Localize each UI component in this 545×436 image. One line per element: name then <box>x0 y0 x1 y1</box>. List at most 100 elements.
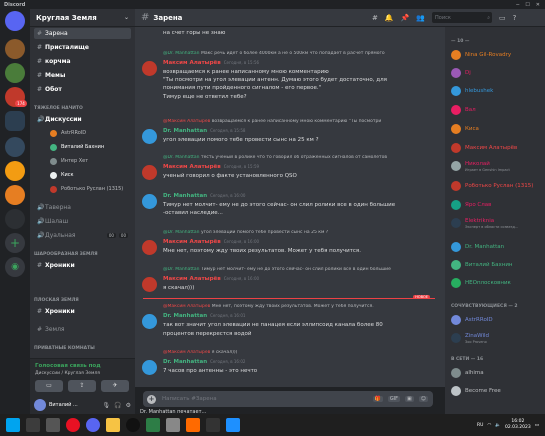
server-icon[interactable] <box>5 161 25 181</box>
reply-preview[interactable]: @Dr. Manhattan Макс речь идет о более 40… <box>163 51 433 56</box>
gift-icon[interactable]: 🎁 <box>372 396 383 402</box>
server-icon[interactable] <box>5 209 25 229</box>
task-view-icon[interactable] <box>46 418 60 432</box>
avatar[interactable] <box>142 129 157 144</box>
reply-preview[interactable]: @Максим Алатырёв возвращаемся к ранее на… <box>163 119 433 124</box>
member-item[interactable]: НЕОплосковник <box>451 276 543 289</box>
close-icon[interactable]: ✕ <box>536 2 540 8</box>
avatar[interactable] <box>142 165 157 180</box>
voice-user[interactable]: Интер Хет <box>50 156 88 166</box>
server-icon[interactable] <box>5 185 25 205</box>
voice-channel-taverna[interactable]: 🔊 Таверна <box>34 202 131 213</box>
add-server-icon[interactable]: + <box>5 233 25 253</box>
channel-khroniki-flat[interactable]: # Хроники <box>34 306 131 317</box>
discord-icon[interactable] <box>86 418 100 432</box>
message-author[interactable]: Dr. Manhattan Сегодня, в 15:58 <box>163 128 245 134</box>
channel-khroniki-round[interactable]: # Хроники <box>34 260 131 271</box>
channel-pristalishche[interactable]: # Присталище <box>34 42 131 53</box>
search-input[interactable]: Поиск ⌕ <box>432 12 493 23</box>
member-item[interactable]: Николай Играет в Genshin Impact <box>451 159 543 172</box>
avatar[interactable] <box>142 61 157 76</box>
voice-channel-discussions[interactable]: 🔊 Дискуссии <box>34 114 131 125</box>
user-name[interactable]: Виталий ... <box>49 402 78 408</box>
gear-icon[interactable]: ⚙ <box>126 402 131 409</box>
member-item[interactable]: Яро Слав <box>451 198 543 211</box>
message-author[interactable]: Максим Алатырёв Сегодня, в 15:59 <box>163 164 259 170</box>
voice-channel-dualnaya[interactable]: 🔊 Дуальная 00 00 <box>34 230 131 241</box>
server-icon[interactable] <box>5 111 25 131</box>
avatar[interactable] <box>34 399 46 411</box>
server-icon[interactable] <box>5 63 25 83</box>
member-item[interactable]: Максим Алатырёв <box>451 141 543 154</box>
category-wide[interactable]: ШАРООБРАЗНАЯ ЗЕМЛЯ <box>34 252 98 257</box>
app-icon[interactable] <box>186 418 200 432</box>
category-flat[interactable]: ПЛОСКАЯ ЗЕМЛЯ <box>34 298 79 303</box>
explore-icon[interactable]: ◉ <box>5 257 25 277</box>
server-icon[interactable] <box>5 137 25 157</box>
member-item[interactable]: Become Free <box>451 384 543 397</box>
activity-button[interactable]: ✈ <box>101 380 129 392</box>
avatar[interactable] <box>142 277 157 292</box>
message-author[interactable]: Максим Алатырёв Сегодня, в 16:00 <box>163 276 259 282</box>
notifications-icon[interactable]: ▭ <box>535 423 539 428</box>
yandex-browser-icon[interactable] <box>66 418 80 432</box>
start-icon[interactable] <box>6 418 20 432</box>
category-heavy[interactable]: ТЯЖЕЛОЕ НАЧИТО <box>34 106 83 111</box>
help-icon[interactable]: ? <box>513 14 517 22</box>
member-item[interactable]: Nina Gil-Rovadry <box>451 48 543 61</box>
member-item[interactable]: Dj <box>451 66 543 79</box>
wifi-icon[interactable]: ◠ <box>487 423 491 428</box>
voice-user[interactable]: Роботько Руслан (1315) <box>50 184 123 194</box>
gif-icon[interactable]: GIF <box>387 396 401 402</box>
home-icon[interactable] <box>5 11 25 31</box>
member-item[interactable]: Роботько Руслан (1315) <box>451 179 543 192</box>
member-item[interactable]: ZinaWild Зоо Proveno <box>451 331 543 344</box>
member-item[interactable]: alhima <box>451 366 543 379</box>
message-author[interactable]: Dr. Manhattan Сегодня, в 16:00 <box>163 193 245 199</box>
language-indicator[interactable]: RU <box>477 423 483 428</box>
threads-icon[interactable]: # <box>372 14 378 22</box>
member-item[interactable]: Elektriknia Эксперт в области созвезд... <box>451 216 543 229</box>
reply-preview[interactable]: @Dr. Manhattan тесть ученый в ролике что… <box>163 155 433 160</box>
avatar[interactable] <box>142 314 157 329</box>
member-item[interactable]: AstrRRoID <box>451 313 543 326</box>
app-icon[interactable] <box>166 418 180 432</box>
voice-user[interactable]: Виталий Бахнин <box>50 142 104 152</box>
sticker-icon[interactable]: ▣ <box>405 396 414 402</box>
minimize-icon[interactable]: ─ <box>516 2 519 8</box>
channel-zarena[interactable]: # Зарена <box>34 28 131 39</box>
voice-channel-shalash[interactable]: 🔊 Шалаш <box>34 216 131 227</box>
reply-preview[interactable]: @Dr. Manhattan угол элевации помого тебе… <box>163 230 433 235</box>
avatar[interactable] <box>142 240 157 255</box>
camera-button[interactable]: ▭ <box>35 380 63 392</box>
member-item[interactable]: Dr. Manhattan <box>451 240 543 253</box>
app-icon[interactable] <box>146 418 160 432</box>
app-icon[interactable] <box>206 418 220 432</box>
emoji-icon[interactable]: ☺ <box>418 396 428 402</box>
file-explorer-icon[interactable] <box>106 418 120 432</box>
message-author[interactable]: Dr. Manhattan Сегодня, в 16:01 <box>163 313 245 319</box>
category-private[interactable]: ПРИВАТНЫЕ КОМНАТЫ <box>34 346 95 351</box>
app-icon[interactable] <box>126 418 140 432</box>
clock[interactable]: 16:02 02.03.2023 <box>505 419 531 431</box>
bell-icon[interactable]: 🔔 <box>385 14 394 22</box>
inbox-icon[interactable]: ▭ <box>499 14 506 22</box>
channel-memy[interactable]: # Мемы <box>34 70 131 81</box>
reply-preview[interactable]: @Максим Алатырёв я скачал))) <box>163 350 433 355</box>
chevron-down-icon[interactable]: ⌄ <box>124 14 129 21</box>
avatar[interactable] <box>142 194 157 209</box>
member-item[interactable]: hlebushek <box>451 84 543 97</box>
mic-icon[interactable]: 🎙 <box>103 402 111 409</box>
channel-korchma[interactable]: # корчма <box>34 56 131 67</box>
voice-user[interactable]: Киск <box>50 170 74 180</box>
channel-zemlya[interactable]: # Земля <box>34 324 131 335</box>
screen-share-button[interactable]: ⇪ <box>68 380 96 392</box>
maximize-icon[interactable]: ☐ <box>525 2 529 8</box>
server-icon[interactable] <box>5 39 25 59</box>
voice-user[interactable]: AstrRRoID <box>50 128 86 138</box>
pin-icon[interactable]: 📌 <box>401 14 410 22</box>
message-author[interactable]: Максим Алатырёв Сегодня, в 16:00 <box>163 239 259 245</box>
search-icon[interactable] <box>26 418 40 432</box>
message-author[interactable]: Максим Алатырёв Сегодня, в 15:56 <box>163 60 259 66</box>
message-composer[interactable]: + Написать #Зарена 🎁 GIF ▣ ☺ <box>143 391 433 407</box>
